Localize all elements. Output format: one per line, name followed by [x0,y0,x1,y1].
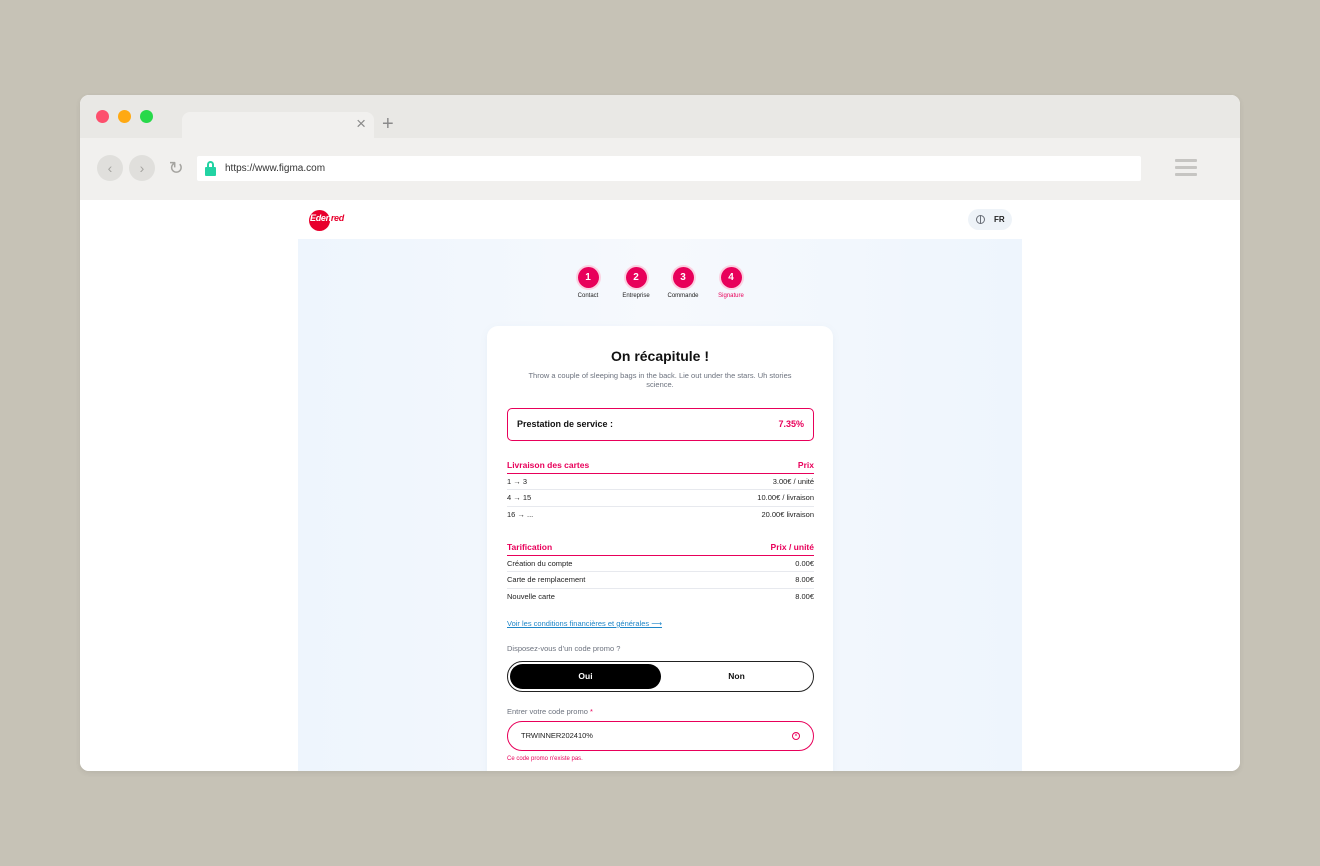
tab-bar: × + [80,95,1240,138]
browser-window: × + ‹ › ↻ https://www.figma.com Edenred … [80,95,1240,771]
address-bar[interactable]: https://www.figma.com [197,156,1141,181]
stepper: 1 Contact 2 Entreprise 3 Commande 4 Sign… [298,239,1022,319]
livraison-header: Livraison des cartes Prix [507,459,814,474]
close-window-button[interactable] [96,110,109,123]
edenred-logo[interactable]: Edenred [309,208,349,232]
promo-code-label: Entrer votre code promo * [507,707,593,716]
tarification-table: Tarification Prix / unité Création du co… [507,541,814,605]
step-contact[interactable]: 1 Contact [563,267,613,299]
step-entreprise[interactable]: 2 Entreprise [611,267,661,299]
step-commande[interactable]: 3 Commande [658,267,708,299]
prestation-value: 7.35% [778,419,804,429]
clear-icon[interactable]: × [792,732,800,740]
promo-yes-button[interactable]: Oui [510,664,661,689]
promo-question: Disposez-vous d’un code promo ? [507,644,621,653]
table-row: 4 → 15 10.00€ / livraison [507,490,814,507]
new-tab-button[interactable]: + [382,112,394,136]
conditions-link[interactable]: Voir les conditions financières et génér… [507,619,662,628]
promo-code-input[interactable]: TRWINNER202410% × [507,721,814,751]
maximize-window-button[interactable] [140,110,153,123]
language-label: FR [994,215,1005,224]
tarification-header: Tarification Prix / unité [507,541,814,556]
table-row: Carte de remplacement 8.00€ [507,572,814,589]
back-button[interactable]: ‹ [97,155,123,181]
lock-icon [205,161,216,176]
language-selector[interactable]: FR [968,209,1012,230]
card-title: On récapitule ! [610,348,710,364]
prestation-label: Prestation de service : [517,419,614,429]
globe-icon [976,215,985,224]
promo-code-value[interactable]: TRWINNER202410% [521,722,593,750]
table-row: Nouvelle carte 8.00€ [507,591,814,601]
promo-no-button[interactable]: Non [661,664,812,689]
summary-card: On récapitule ! Throw a couple of sleepi… [487,326,833,771]
minimize-window-button[interactable] [118,110,131,123]
livraison-table: Livraison des cartes Prix 1 → 3 3.00€ / … [507,459,814,523]
card-subtitle: Throw a couple of sleeping bags in the b… [528,371,792,389]
browser-toolbar: ‹ › ↻ https://www.figma.com [80,138,1240,200]
table-row: Création du compte 0.00€ [507,556,814,573]
promo-toggle: Oui Non [507,661,814,692]
site: Edenred FR 1 Contact 2 Entreprise 3 Comm… [298,200,1022,771]
forward-button[interactable]: › [129,155,155,181]
reload-icon[interactable]: ↻ [164,156,188,180]
menu-icon[interactable] [1175,159,1197,178]
page-viewport: Edenred FR 1 Contact 2 Entreprise 3 Comm… [80,200,1240,771]
table-row: 16 → ... 20.00€ livraison [507,509,814,519]
close-icon[interactable]: × [356,114,366,134]
main-content: 1 Contact 2 Entreprise 3 Commande 4 Sign… [298,239,1022,771]
url-text[interactable]: https://www.figma.com [225,156,325,181]
browser-tab[interactable]: × [182,112,374,138]
site-header: Edenred FR [298,200,1022,239]
table-row: 1 → 3 3.00€ / unité [507,474,814,491]
prestation-box: Prestation de service : 7.35% [507,408,814,441]
promo-error-message: Ce code promo n'existe pas. [507,756,583,762]
step-signature[interactable]: 4 Signature [706,267,756,299]
